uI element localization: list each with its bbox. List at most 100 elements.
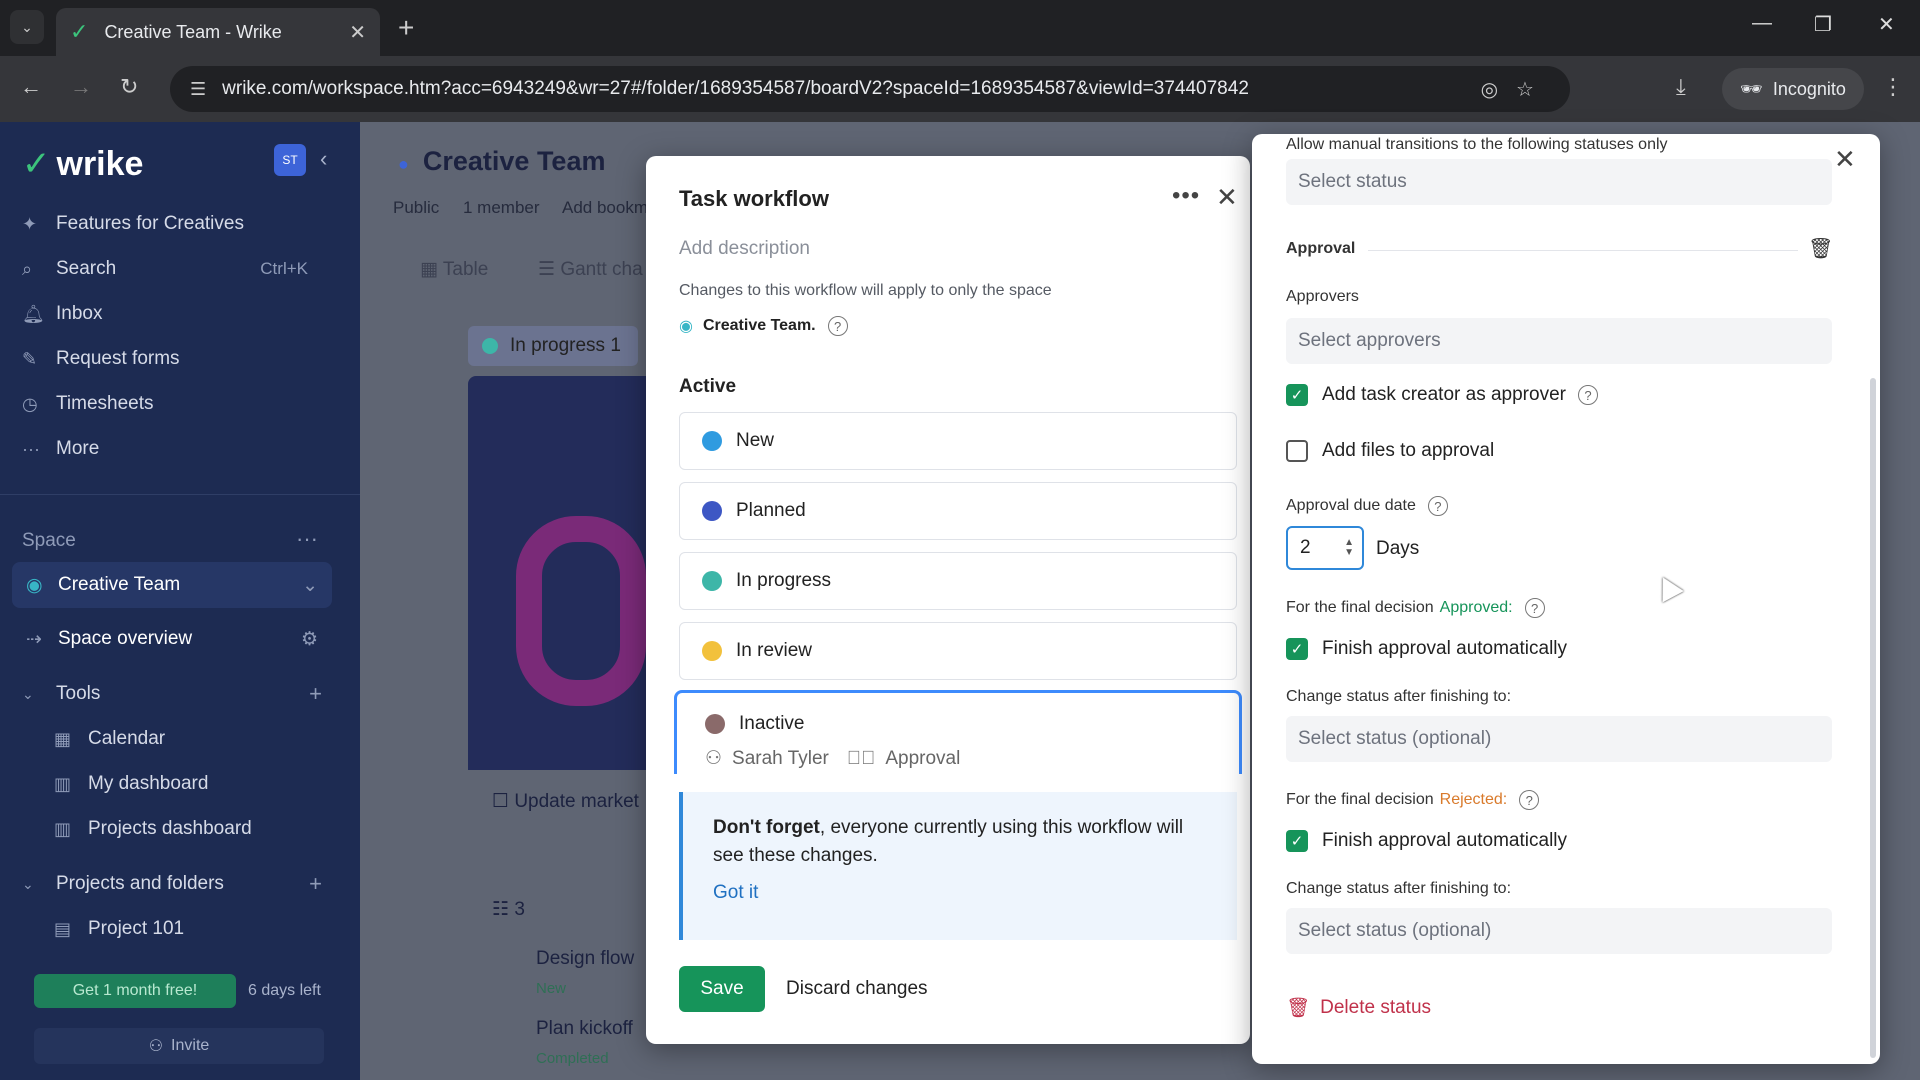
reload-icon[interactable]: ↻ [120, 74, 138, 100]
subtask-icon: ☷ [492, 899, 515, 920]
tab-close-icon[interactable]: ✕ [349, 20, 366, 45]
subtask-title[interactable]: Plan kickoff [536, 1018, 633, 1040]
browser-menu-icon[interactable]: ⋮ [1882, 74, 1904, 100]
approved-status-select[interactable]: Select status (optional) [1286, 716, 1832, 762]
save-button[interactable]: Save [679, 966, 765, 1012]
browser-tab[interactable]: ✓ Creative Team - Wrike ✕ [56, 8, 380, 56]
tab-search-button[interactable]: ⌄ [10, 10, 44, 44]
status-settings-panel: ✕ Allow manual transitions to the follow… [1252, 134, 1880, 1064]
rejected-status-select[interactable]: Select status (optional) [1286, 908, 1832, 954]
tab-gantt[interactable]: ☰ Gantt cha [538, 258, 643, 281]
transitions-label: Allow manual transitions to the followin… [1286, 136, 1668, 153]
checkbox-unchecked-icon[interactable] [1286, 440, 1308, 462]
close-icon[interactable]: ✕ [1216, 182, 1238, 213]
status-row[interactable]: In progress [679, 552, 1237, 610]
approved-finish-auto-row[interactable]: ✓ Finish approval automatically [1286, 638, 1567, 660]
collapse-sidebar-icon[interactable]: ‹ [320, 146, 327, 172]
description-field[interactable]: Add description [679, 238, 810, 260]
stepper-arrows-icon[interactable]: ▲ ▼ [1344, 538, 1354, 558]
help-icon[interactable]: ? [1427, 496, 1448, 516]
due-days-value[interactable]: 2 [1300, 537, 1311, 559]
promo-button[interactable]: Get 1 month free! [34, 974, 236, 1008]
minimize-icon[interactable]: — [1752, 12, 1772, 35]
nav-features[interactable]: ✦ Features for Creatives [22, 204, 342, 244]
space-overview-item[interactable]: ⇢ Space overview ⚙ [12, 616, 332, 662]
gear-icon[interactable]: ⚙ [301, 628, 318, 651]
nav-more[interactable]: ··· More [22, 429, 342, 469]
tab-table[interactable]: ▦ Table [420, 258, 488, 281]
tool-projects-dashboard[interactable]: ▥ Projects dashboard [54, 809, 252, 849]
change-status-label: Change status after finishing to: [1286, 688, 1512, 705]
nav-request-forms[interactable]: ✎ Request forms [22, 339, 342, 379]
projects-header[interactable]: ⌄ Projects and folders + [22, 864, 322, 904]
space-members[interactable]: 1 member [463, 198, 540, 218]
delete-status-button[interactable]: 🗑︎ Delete status [1286, 996, 1431, 1020]
more-options-icon[interactable]: ••• [1172, 182, 1200, 210]
address-bar[interactable]: ☰ wrike.com/workspace.htm?acc=6943249&wr… [170, 66, 1570, 112]
board-column-header[interactable]: In progress 1 [468, 326, 638, 366]
invite-button[interactable]: ⚇ Invite [34, 1028, 324, 1064]
space-visibility[interactable]: Public [393, 198, 439, 218]
site-info-icon[interactable]: ☰ [190, 79, 206, 100]
checkbox-checked-icon[interactable]: ✓ [1286, 830, 1308, 852]
add-project-icon[interactable]: + [309, 871, 322, 897]
window-close-icon[interactable]: ✕ [1878, 12, 1895, 37]
help-icon[interactable]: ? [827, 316, 848, 336]
nav-search[interactable]: ⌕ Search Ctrl+K [22, 249, 342, 289]
logo-check-icon: ✓ [22, 145, 51, 183]
rejected-finish-auto-row[interactable]: ✓ Finish approval automatically [1286, 830, 1567, 852]
help-icon[interactable]: ? [1524, 598, 1545, 618]
change-status-label: Change status after finishing to: [1286, 880, 1512, 897]
tool-my-dashboard[interactable]: ▥ My dashboard [54, 764, 208, 804]
download-icon[interactable]: ⤓ [1676, 74, 1686, 100]
subtask-status: Completed [536, 1050, 609, 1067]
add-creator-checkbox-row[interactable]: ✓ Add task creator as approver? [1286, 384, 1598, 406]
add-files-checkbox-row[interactable]: Add files to approval [1286, 440, 1494, 462]
restore-icon[interactable]: ❐ [1814, 12, 1832, 37]
checkbox-checked-icon[interactable]: ✓ [1286, 638, 1308, 660]
space-icon: ● [398, 154, 409, 174]
status-dot-icon [482, 338, 498, 354]
add-bookmark[interactable]: Add bookm [562, 198, 648, 218]
discard-changes-button[interactable]: Discard changes [786, 978, 928, 1000]
overview-icon: ⇢ [26, 628, 42, 650]
nav-timesheets[interactable]: ◷ Timesheets [22, 384, 342, 424]
trash-icon[interactable]: 🗑︎ [1808, 236, 1833, 261]
status-row[interactable]: New [679, 412, 1237, 470]
due-days-stepper[interactable]: 2 ▲ ▼ [1286, 526, 1364, 570]
project-item[interactable]: ▤ Project 101 [54, 909, 184, 949]
panel-scrollbar[interactable] [1870, 378, 1876, 1058]
selected-status-row[interactable]: Inactive ⚇ Sarah Tyler ✓⃝ Approval [674, 690, 1242, 774]
approvers-select[interactable]: Select approvers [1286, 318, 1832, 364]
transitions-select[interactable]: Select status [1286, 159, 1832, 205]
rejected-decision-label: For the final decision Rejected:? [1286, 790, 1540, 810]
incognito-badge[interactable]: 🕶 Incognito [1722, 68, 1864, 110]
back-icon[interactable]: ← [20, 74, 42, 100]
task-cover-image[interactable] [468, 376, 648, 770]
task-card-title[interactable]: ☐ Update market [492, 790, 639, 813]
add-tool-icon[interactable]: + [309, 681, 322, 707]
avatar[interactable]: ST [274, 144, 306, 176]
help-icon[interactable]: ? [1519, 790, 1540, 810]
due-days-unit: Days [1376, 538, 1420, 559]
tool-calendar[interactable]: ▦ Calendar [54, 719, 165, 759]
nav-inbox[interactable]: 🔔︎ Inbox [22, 294, 342, 334]
space-selector[interactable]: ◉ Creative Team ⌄ [12, 562, 332, 608]
wrike-logo[interactable]: ✓ wrike [22, 144, 143, 184]
got-it-link[interactable]: Got it [713, 882, 1207, 904]
status-row[interactable]: Planned [679, 482, 1237, 540]
subtask-title[interactable]: Design flow [536, 948, 634, 970]
page-title: ● Creative Team [398, 146, 606, 176]
forward-icon[interactable]: → [70, 74, 92, 100]
new-tab-button[interactable]: + [398, 12, 414, 44]
tools-header[interactable]: ⌄ Tools + [22, 674, 322, 714]
help-icon[interactable]: ? [1577, 385, 1598, 405]
space-icon: ◉ [26, 574, 43, 596]
sparkle-icon: ✦ [22, 213, 38, 234]
incognito-label: Incognito [1772, 78, 1846, 99]
status-row[interactable]: In review [679, 622, 1237, 680]
space-more-icon[interactable]: ··· [296, 526, 318, 552]
bookmark-icon[interactable]: ◎☆ [1481, 77, 1552, 102]
close-icon[interactable]: ✕ [1834, 144, 1856, 175]
checkbox-checked-icon[interactable]: ✓ [1286, 384, 1308, 406]
